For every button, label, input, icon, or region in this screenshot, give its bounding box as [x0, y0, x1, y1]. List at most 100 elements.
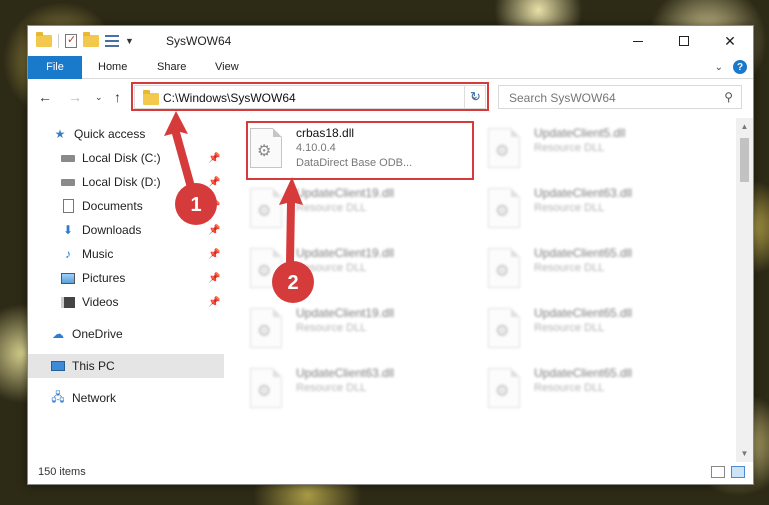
maximize-button[interactable]: [661, 26, 707, 56]
dll-file-icon: ⚙: [488, 308, 520, 348]
file-type: Resource DLL: [534, 322, 605, 334]
tab-share[interactable]: Share: [157, 56, 186, 79]
properties-icon[interactable]: [65, 33, 77, 48]
sidebar-item-local-disk-c[interactable]: Local Disk (C:) 📌: [28, 146, 224, 170]
window-title: SysWOW64: [166, 34, 232, 48]
dll-file-icon: ⚙: [250, 248, 282, 288]
divider: [58, 34, 59, 48]
sidebar-item-this-pc[interactable]: This PC: [28, 354, 224, 378]
file-type: Resource DLL: [534, 262, 605, 274]
pin-icon[interactable]: 📌: [208, 249, 220, 260]
sidebar-item-label: Quick access: [74, 127, 146, 141]
navigation-pane: ★ Quick access Local Disk (C:) 📌 Local D…: [28, 118, 224, 458]
tiles-view-icon[interactable]: [731, 466, 745, 478]
star-icon: ★: [54, 127, 66, 141]
sidebar-item-label: Downloads: [82, 223, 142, 237]
file-type: Resource DLL: [296, 322, 367, 334]
documents-icon: [60, 199, 76, 213]
address-bar[interactable]: C:\Windows\SysWOW64 ⌄: [134, 85, 486, 109]
pin-icon[interactable]: 📌: [208, 273, 220, 284]
file-item[interactable]: ⚙ UpdateClient65.dll Resource DLL: [466, 362, 686, 418]
title-bar: ▼ SysWOW64 ✕: [28, 26, 753, 56]
pin-icon[interactable]: 📌: [208, 177, 220, 188]
file-name: UpdateClient5.dll: [534, 126, 626, 140]
file-type: Resource DLL: [534, 202, 605, 214]
file-name: crbas18.dll: [296, 126, 355, 140]
close-button[interactable]: ✕: [707, 26, 753, 56]
pin-icon[interactable]: 📌: [208, 201, 220, 212]
minimize-button[interactable]: [615, 26, 661, 56]
pin-icon[interactable]: 📌: [208, 297, 220, 308]
dll-file-icon: ⚙: [488, 368, 520, 408]
file-name: UpdateClient19.dll: [296, 186, 395, 200]
file-item[interactable]: ⚙ UpdateClient19.dll Resource DLL: [228, 302, 448, 358]
sidebar-item-quick-access[interactable]: ★ Quick access: [28, 122, 224, 146]
scrollbar-thumb[interactable]: [740, 138, 749, 182]
file-item[interactable]: ⚙ UpdateClient65.dll Resource DLL: [466, 302, 686, 358]
folder-icon: [36, 32, 52, 47]
qat-dropdown-icon[interactable]: ▼: [125, 36, 134, 46]
file-type: Resource DLL: [534, 142, 605, 154]
sidebar-item-music[interactable]: ♪ Music 📌: [28, 242, 224, 266]
pin-icon[interactable]: 📌: [208, 153, 220, 164]
refresh-button[interactable]: ↻: [464, 85, 486, 109]
sidebar-item-label: This PC: [72, 359, 115, 373]
sidebar-item-onedrive[interactable]: ☁ OneDrive: [28, 322, 224, 346]
onedrive-icon: ☁: [52, 327, 64, 341]
sidebar-item-network[interactable]: 🖧 Network: [28, 386, 224, 410]
file-type: Resource DLL: [296, 202, 367, 214]
details-view-icon[interactable]: [711, 466, 725, 478]
customize-view-icon[interactable]: [105, 35, 119, 47]
dll-file-icon: ⚙: [488, 248, 520, 288]
file-item[interactable]: ⚙ UpdateClient65.dll Resource DLL: [466, 242, 686, 298]
file-item[interactable]: ⚙ UpdateClient19.dll Resource DLL: [228, 182, 448, 238]
new-folder-icon[interactable]: [83, 32, 99, 47]
network-icon: 🖧: [51, 389, 65, 404]
vertical-scrollbar[interactable]: ▲ ▼: [736, 118, 753, 462]
tab-view[interactable]: View: [215, 56, 239, 79]
view-buttons: [711, 466, 745, 478]
recent-locations-icon[interactable]: ⌄: [95, 92, 103, 103]
sidebar-item-documents[interactable]: Documents 📌: [28, 194, 224, 218]
dll-file-icon: ⚙: [488, 188, 520, 228]
sidebar-item-videos[interactable]: Videos 📌: [28, 290, 224, 314]
up-button[interactable]: ↑: [114, 89, 121, 105]
search-box[interactable]: Search SysWOW64 ⚲: [498, 85, 742, 109]
address-text[interactable]: C:\Windows\SysWOW64: [163, 91, 296, 105]
tab-home[interactable]: Home: [98, 56, 127, 79]
file-item[interactable]: ⚙ UpdateClient63.dll Resource DLL: [228, 362, 448, 418]
search-icon[interactable]: ⚲: [724, 90, 733, 104]
file-list: ⚙ crbas18.dll 4.10.0.4 DataDirect Base O…: [228, 118, 738, 462]
item-count: 150 items: [38, 466, 86, 478]
file-name: UpdateClient63.dll: [534, 186, 633, 200]
this-pc-icon: [50, 359, 66, 373]
search-placeholder[interactable]: Search SysWOW64: [509, 91, 616, 105]
sidebar-item-local-disk-d[interactable]: Local Disk (D:) 📌: [28, 170, 224, 194]
pin-icon[interactable]: 📌: [208, 225, 220, 236]
sidebar-item-label: Videos: [82, 295, 119, 309]
sidebar-item-pictures[interactable]: Pictures 📌: [28, 266, 224, 290]
scroll-up-icon[interactable]: ▲: [736, 118, 753, 135]
sidebar-item-downloads[interactable]: ⬇ Downloads 📌: [28, 218, 224, 242]
file-item[interactable]: ⚙ UpdateClient19.dll Resource DLL: [228, 242, 448, 298]
file-name: UpdateClient19.dll: [296, 246, 395, 260]
status-bar: 150 items: [28, 462, 753, 484]
tab-file[interactable]: File: [28, 56, 82, 79]
help-icon[interactable]: ?: [733, 60, 747, 74]
dll-file-icon: ⚙: [250, 308, 282, 348]
disk-icon: [60, 151, 76, 165]
back-button[interactable]: ←: [38, 89, 52, 105]
ribbon-tabs: File Home Share View ⌄ ?: [28, 56, 753, 79]
dll-file-icon: ⚙: [250, 188, 282, 228]
sidebar-item-label: OneDrive: [72, 327, 123, 341]
file-item[interactable]: ⚙ UpdateClient5.dll Resource DLL: [466, 122, 686, 178]
expand-ribbon-icon[interactable]: ⌄: [715, 62, 723, 73]
file-item-crbas18[interactable]: ⚙ crbas18.dll 4.10.0.4 DataDirect Base O…: [228, 122, 448, 178]
file-description: DataDirect Base ODB...: [296, 157, 413, 169]
scroll-down-icon[interactable]: ▼: [736, 445, 753, 462]
forward-button[interactable]: →: [68, 89, 82, 105]
dll-file-icon: ⚙: [488, 128, 520, 168]
file-item[interactable]: ⚙ UpdateClient63.dll Resource DLL: [466, 182, 686, 238]
sidebar-item-label: Local Disk (C:): [82, 151, 161, 165]
file-name: UpdateClient63.dll: [296, 366, 395, 380]
